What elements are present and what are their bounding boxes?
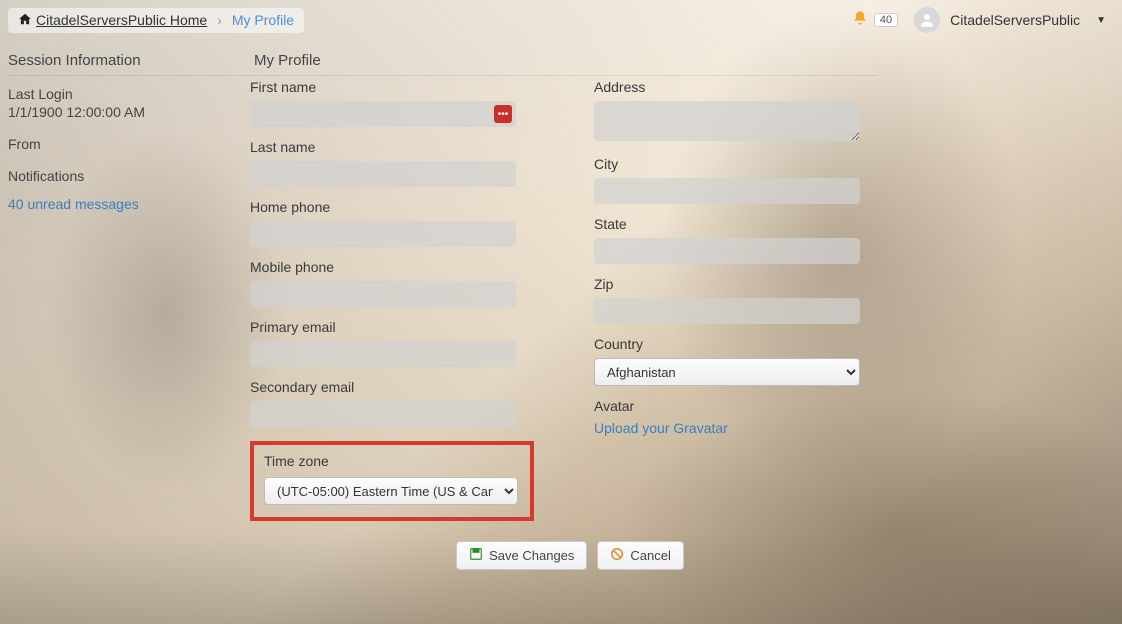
unread-messages-link[interactable]: 40 unread messages <box>8 196 139 212</box>
avatar[interactable] <box>914 7 940 33</box>
primary-email-label: Primary email <box>250 319 534 335</box>
breadcrumb: CitadelServersPublic Home › My Profile <box>8 8 304 33</box>
breadcrumb-current: My Profile <box>232 12 294 28</box>
last-login-label: Last Login <box>8 86 232 102</box>
last-name-label: Last name <box>250 139 534 155</box>
upload-gravatar-link[interactable]: Upload your Gravatar <box>594 420 728 436</box>
avatar-label: Avatar <box>594 398 860 414</box>
chevron-down-icon[interactable]: ▼ <box>1096 15 1106 26</box>
country-label: Country <box>594 336 860 352</box>
address-label: Address <box>594 79 860 95</box>
first-name-input[interactable] <box>250 101 516 127</box>
panel-title: My Profile <box>254 52 1112 69</box>
cancel-button-label: Cancel <box>630 548 670 563</box>
primary-email-input[interactable] <box>250 341 516 367</box>
timezone-label: Time zone <box>264 453 520 469</box>
first-name-label: First name <box>250 79 534 95</box>
username[interactable]: CitadelServersPublic <box>950 12 1080 28</box>
right-column: Address City State Zip Country <box>594 79 860 521</box>
last-login-value: 1/1/1900 12:00:00 AM <box>8 104 232 120</box>
zip-input[interactable] <box>594 298 860 324</box>
top-bar: CitadelServersPublic Home › My Profile 4… <box>0 0 1122 40</box>
timezone-select[interactable]: (UTC-05:00) Eastern Time (US & Canada) <box>264 477 518 505</box>
zip-label: Zip <box>594 276 860 292</box>
save-icon <box>469 547 483 564</box>
city-input[interactable] <box>594 178 860 204</box>
timezone-highlight: Time zone (UTC-05:00) Eastern Time (US &… <box>250 441 534 521</box>
state-label: State <box>594 216 860 232</box>
save-button[interactable]: Save Changes <box>456 541 587 570</box>
chevron-right-icon: › <box>211 12 228 28</box>
bell-icon[interactable] <box>852 10 868 31</box>
country-select[interactable]: Afghanistan <box>594 358 860 386</box>
profile-panel: My Profile First name ••• Last name Home… <box>240 46 1122 580</box>
topbar-right: 40 CitadelServersPublic ▼ <box>852 7 1114 33</box>
save-button-label: Save Changes <box>489 548 574 563</box>
last-name-input[interactable] <box>250 161 516 187</box>
address-input[interactable] <box>594 101 860 141</box>
sidebar-title: Session Information <box>8 52 232 69</box>
home-phone-label: Home phone <box>250 199 534 215</box>
secondary-email-input[interactable] <box>250 401 516 427</box>
home-icon <box>18 12 32 29</box>
sidebar: Session Information Last Login 1/1/1900 … <box>0 46 240 580</box>
state-input[interactable] <box>594 238 860 264</box>
mobile-phone-label: Mobile phone <box>250 259 534 275</box>
notification-count[interactable]: 40 <box>874 13 898 27</box>
form-actions: Save Changes Cancel <box>250 541 890 570</box>
secondary-email-label: Secondary email <box>250 379 534 395</box>
mobile-phone-input[interactable] <box>250 281 516 307</box>
from-label: From <box>8 136 232 152</box>
breadcrumb-home[interactable]: CitadelServersPublic Home <box>36 12 207 28</box>
city-label: City <box>594 156 860 172</box>
notifications-label: Notifications <box>8 168 232 184</box>
left-column: First name ••• Last name Home phone Mobi… <box>250 79 534 521</box>
autofill-icon[interactable]: ••• <box>494 105 512 123</box>
cancel-button[interactable]: Cancel <box>597 541 683 570</box>
cancel-icon <box>610 547 624 564</box>
home-phone-input[interactable] <box>250 221 516 247</box>
